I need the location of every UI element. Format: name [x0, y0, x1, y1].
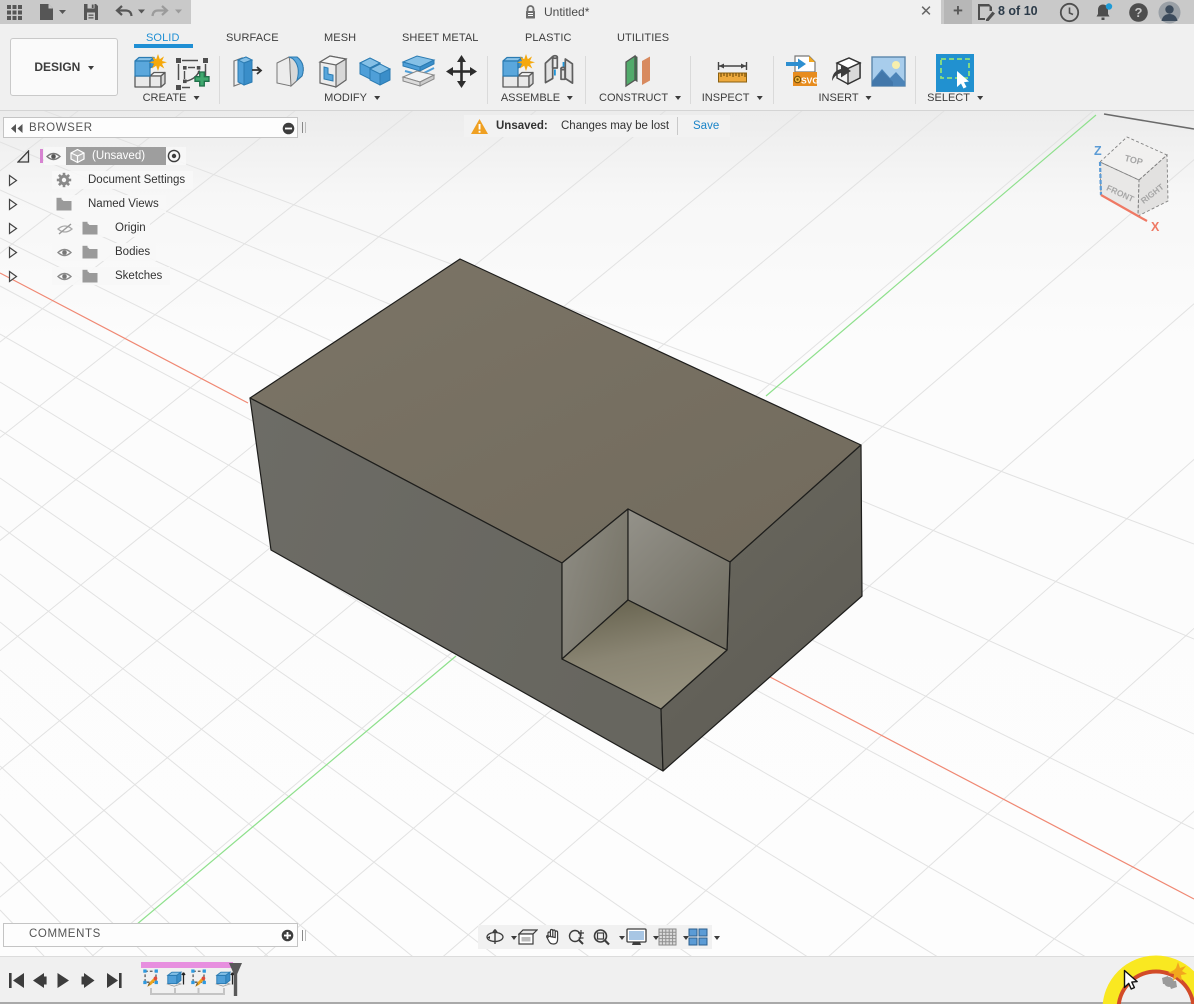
svg-text:X: X: [1151, 220, 1160, 234]
svg-text:?: ?: [1135, 5, 1143, 20]
svg-text:Z: Z: [1094, 144, 1102, 158]
svg-text:SVG: SVG: [801, 76, 819, 86]
